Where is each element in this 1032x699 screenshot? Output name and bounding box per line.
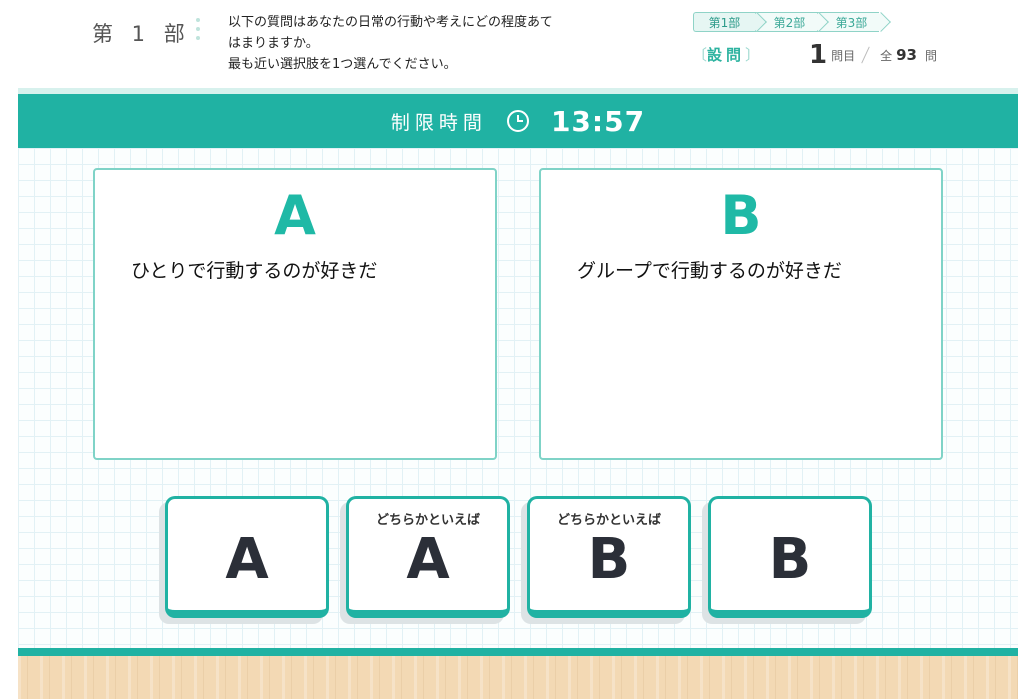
choice-somewhat-b-button[interactable]: どちらかといえば B: [527, 496, 691, 618]
part-label: 第 1 部: [92, 22, 191, 46]
separator-dots: [196, 18, 200, 45]
total-prefix: 全: [880, 49, 893, 63]
instruction-line: 以下の質問はあなたの日常の行動や考えにどの程度あて: [228, 15, 553, 30]
instruction-line: 最も近い選択肢を1つ選んでください。: [228, 57, 457, 72]
question-counter: 1 問目 全 93 問: [809, 40, 937, 70]
statement-text: グループで行動するのが好きだ: [577, 260, 842, 282]
wood-floor: [18, 656, 1018, 699]
current-question-unit: 問目: [831, 49, 856, 63]
question-tag: 〔設問〕: [692, 46, 761, 64]
header: 第 1 部 以下の質問はあなたの日常の行動や考えにどの程度あて はまりますか。 …: [0, 0, 1032, 88]
choice-letter: B: [587, 527, 631, 592]
choice-somewhat-a-button[interactable]: どちらかといえば A: [346, 496, 510, 618]
choice-b-button[interactable]: B: [708, 496, 872, 618]
bottom-divider: [18, 648, 1018, 656]
statement-text: ひとりで行動するのが好きだ: [131, 260, 378, 282]
part-progress: 第1部 第2部 第3部: [693, 12, 879, 32]
question-tag-label: 設問: [707, 46, 746, 64]
statement-card-a: A ひとりで行動するのが好きだ: [93, 168, 497, 460]
total-questions: 93: [896, 46, 917, 64]
timer-label: 制限時間: [390, 111, 487, 134]
choice-a-button[interactable]: A: [165, 496, 329, 618]
choice-letter: A: [225, 527, 269, 592]
instruction-line: はまりますか。: [228, 36, 319, 51]
timer-bar: 制限時間 13:57: [18, 88, 1018, 148]
timer-value: 13:57: [550, 104, 646, 138]
choice-letter: B: [768, 527, 812, 592]
choice-letter: A: [406, 527, 450, 592]
statement-card-b: B グループで行動するのが好きだ: [539, 168, 943, 460]
choice-qualifier: どちらかといえば: [375, 513, 480, 528]
instructions: 以下の質問はあなたの日常の行動や考えにどの程度あて はまりますか。 最も近い選択…: [228, 12, 608, 75]
step-part-1: 第1部: [693, 12, 755, 32]
statement-letter: B: [720, 184, 762, 247]
clock-icon: [506, 110, 529, 132]
statement-letter: A: [274, 184, 316, 247]
choice-qualifier: どちらかといえば: [556, 513, 661, 528]
current-question-number: 1: [809, 40, 828, 70]
total-unit: 問: [925, 49, 938, 63]
